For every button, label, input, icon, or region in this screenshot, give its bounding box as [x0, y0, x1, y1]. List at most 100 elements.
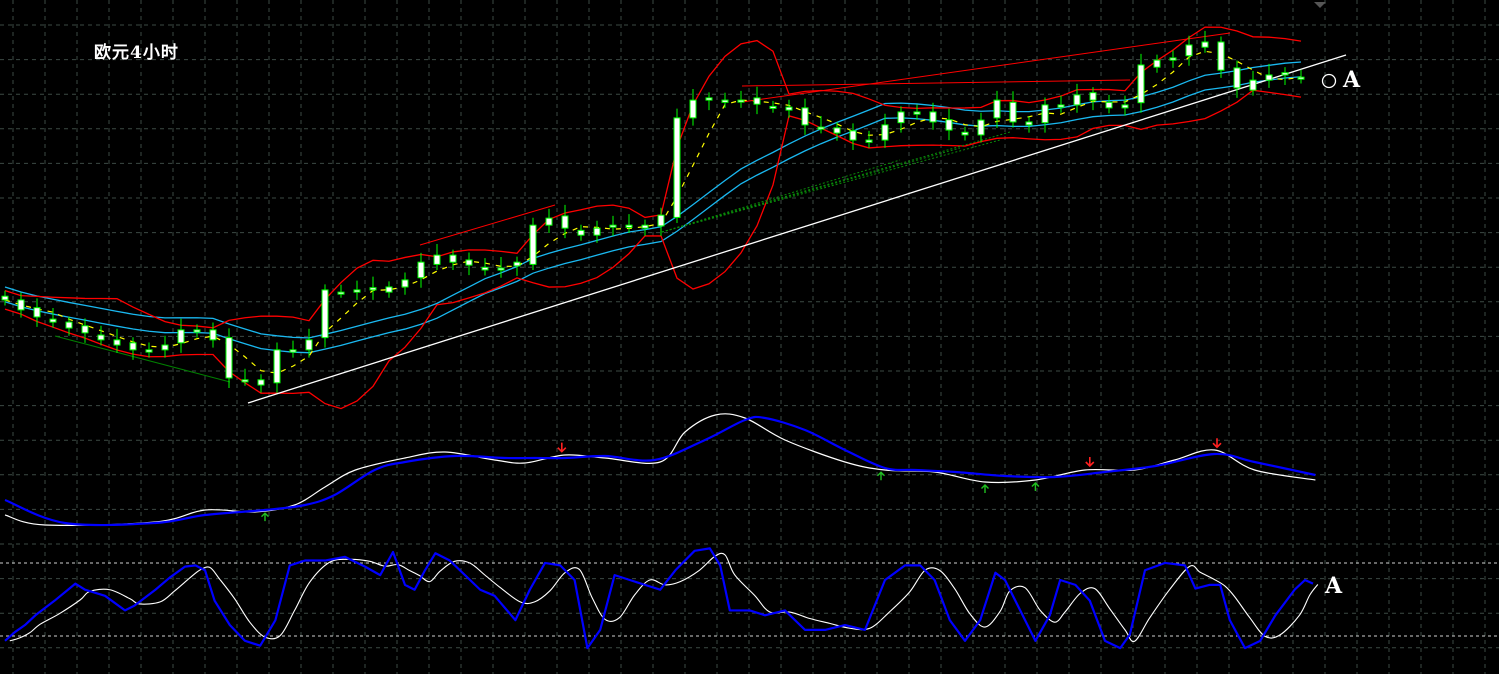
- candle-body: [97, 334, 105, 341]
- candle: [529, 217, 537, 270]
- candle: [1121, 95, 1129, 116]
- candle-body: [929, 111, 937, 123]
- candle: [1025, 116, 1033, 133]
- candle-body: [1121, 104, 1129, 109]
- candle-body: [449, 254, 457, 263]
- candle: [641, 219, 649, 236]
- candle-body: [305, 339, 313, 351]
- candle-body: [209, 329, 217, 341]
- candle-body: [1057, 104, 1065, 108]
- candle-body: [33, 307, 41, 318]
- candle-body: [993, 99, 1001, 119]
- candle: [417, 252, 425, 288]
- candle-body: [321, 289, 329, 339]
- candle: [1089, 87, 1097, 111]
- candle-body: [433, 254, 441, 265]
- candle: [97, 325, 105, 346]
- candle: [705, 92, 713, 111]
- candle-body: [625, 224, 633, 228]
- candle: [849, 123, 857, 151]
- candle-body: [1025, 121, 1033, 126]
- candle-body: [1073, 94, 1081, 106]
- candle: [289, 340, 297, 358]
- candle: [321, 284, 329, 348]
- candle: [545, 208, 553, 233]
- candle-body: [961, 131, 969, 136]
- candle-body: [977, 119, 985, 136]
- candle-body: [529, 224, 537, 265]
- candle: [1153, 54, 1161, 73]
- candle: [1137, 53, 1145, 113]
- candle: [145, 342, 153, 358]
- candle: [1073, 83, 1081, 113]
- candle-body: [1185, 44, 1193, 57]
- candle-body: [1089, 92, 1097, 101]
- sell-arrow-icon: [557, 442, 567, 453]
- price-panel: [1, 26, 1347, 410]
- candle: [1281, 67, 1289, 85]
- candle-body: [513, 261, 521, 267]
- candle-body: [241, 379, 249, 383]
- chart-title: 欧元4小时: [94, 43, 179, 63]
- candle-body: [1, 295, 9, 301]
- candle-body: [481, 266, 489, 271]
- scroll-marker-icon[interactable]: [1314, 2, 1326, 8]
- candle-body: [849, 130, 857, 141]
- chart-canvas: [0, 0, 1499, 674]
- candle-body: [689, 99, 697, 119]
- candle: [337, 284, 345, 298]
- candle: [1201, 30, 1209, 53]
- trendline-lower-red[interactable]: [741, 79, 1131, 87]
- circle-marker-icon: [1321, 73, 1337, 89]
- candle-body: [49, 318, 57, 323]
- candle-body: [817, 126, 825, 130]
- candle-body: [257, 379, 265, 386]
- candle: [817, 116, 825, 134]
- candle: [257, 374, 265, 393]
- candle: [1057, 95, 1065, 113]
- candle: [1009, 91, 1017, 128]
- candle-body: [705, 97, 713, 101]
- candle: [977, 112, 985, 143]
- ma-cyan-lower: [4, 76, 1302, 354]
- label-a-stochastic: A: [1325, 573, 1343, 599]
- candle-body: [193, 329, 201, 333]
- candle: [353, 280, 361, 300]
- candle-body: [289, 349, 297, 353]
- trendline-support[interactable]: [247, 54, 1347, 404]
- candle: [49, 308, 57, 328]
- candle-body: [1041, 104, 1049, 124]
- candle-body: [865, 139, 873, 143]
- candle-body: [673, 117, 681, 218]
- candle: [1233, 60, 1241, 98]
- candle-body: [65, 321, 73, 329]
- candle-body: [337, 291, 345, 295]
- candle: [945, 108, 953, 141]
- candle: [1265, 63, 1273, 88]
- candle-body: [833, 127, 841, 134]
- candle: [721, 92, 729, 108]
- candle-body: [129, 342, 137, 351]
- candle: [385, 281, 393, 298]
- candle-body: [753, 97, 761, 105]
- candle-body: [737, 99, 745, 103]
- candle-body: [721, 99, 729, 103]
- candle-body: [497, 267, 505, 271]
- candle-body: [881, 124, 889, 141]
- sell-arrow-icon: [1212, 438, 1222, 449]
- candle-body: [897, 111, 905, 124]
- candle-body: [177, 329, 185, 344]
- candle-body: [1169, 57, 1177, 61]
- candle-body: [1009, 101, 1017, 123]
- candle-body: [1249, 79, 1257, 91]
- oscillator-panel: [4, 413, 1316, 527]
- candle: [865, 130, 873, 148]
- candle: [1169, 50, 1177, 68]
- candle-body: [161, 344, 169, 351]
- candle-body: [785, 106, 793, 111]
- candle-body: [577, 229, 585, 236]
- candle: [785, 99, 793, 118]
- candle-body: [417, 261, 425, 279]
- candle-body: [657, 214, 665, 227]
- down-channel-line: [54, 335, 231, 383]
